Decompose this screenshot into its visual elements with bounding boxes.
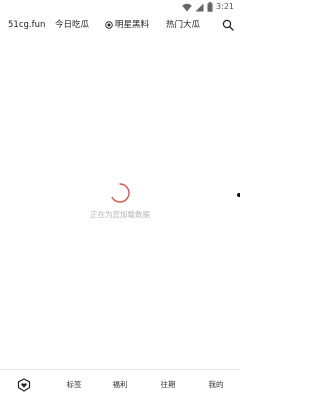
status-bar: 3:21 xyxy=(0,0,240,14)
wifi-icon xyxy=(182,3,192,11)
bottom-nav: 标签 福利 往期 我的 xyxy=(0,369,240,400)
edge-handle[interactable] xyxy=(237,193,240,197)
loading-text: 正在为您加载数据 xyxy=(90,210,150,219)
signal-icon xyxy=(195,3,204,11)
nav-tags[interactable]: 标签 xyxy=(60,370,88,400)
status-time: 3:21 xyxy=(216,2,234,11)
status-icons: 3:21 xyxy=(182,1,234,13)
app-screen: 3:21 51cg.fun 今日吃瓜 明星黑料 热门大瓜 正在为您加载数据 标签… xyxy=(0,0,240,400)
tab-label: 今日吃瓜 xyxy=(55,20,90,30)
tab-today-gossip[interactable]: 今日吃瓜 xyxy=(55,14,89,36)
tab-label: 明星黑料 xyxy=(115,20,150,30)
loading-spinner-icon xyxy=(111,183,130,203)
nav-home[interactable] xyxy=(14,370,34,400)
target-icon xyxy=(105,21,113,29)
battery-icon xyxy=(207,2,213,12)
search-icon[interactable] xyxy=(222,19,234,31)
top-tab-bar: 51cg.fun 今日吃瓜 明星黑料 热门大瓜 xyxy=(0,14,240,36)
site-label: 51cg.fun xyxy=(8,20,46,30)
home-shield-icon xyxy=(17,378,31,392)
nav-mine[interactable]: 我的 xyxy=(202,370,230,400)
tab-site-home[interactable]: 51cg.fun xyxy=(8,14,45,36)
nav-welfare[interactable]: 福利 xyxy=(106,370,134,400)
tab-celebrity-scandal[interactable]: 明星黑料 xyxy=(105,14,149,36)
tab-hot-gossip[interactable]: 热门大瓜 xyxy=(166,14,200,36)
tab-label: 热门大瓜 xyxy=(166,20,201,30)
nav-past-issues[interactable]: 往期 xyxy=(154,370,182,400)
